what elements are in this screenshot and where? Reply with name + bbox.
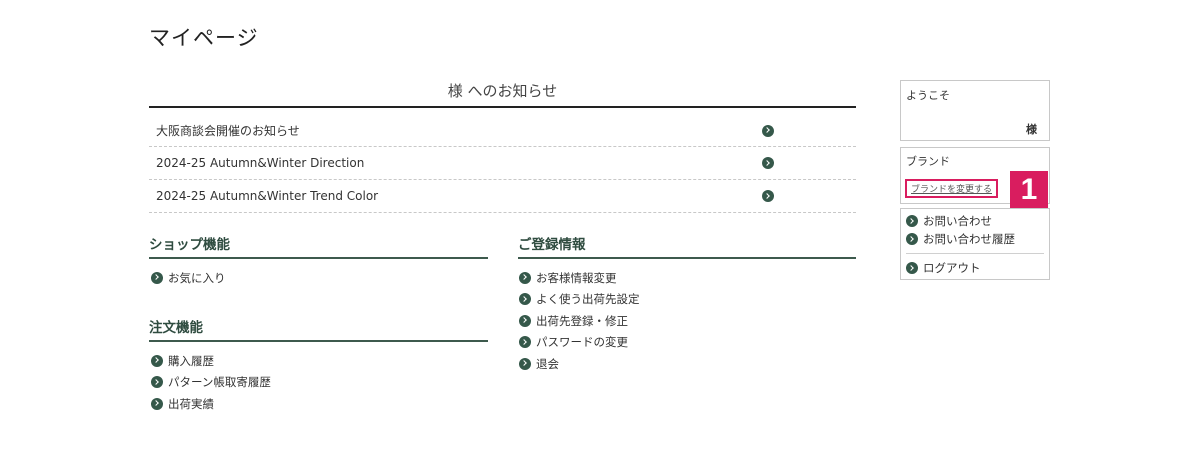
circle-chevron-right-icon	[151, 354, 163, 367]
divider	[906, 253, 1044, 254]
notice-heading: 様 へのお知らせ	[149, 80, 856, 108]
shop-section-title: ショップ機能	[149, 236, 488, 259]
circle-chevron-right-icon	[151, 397, 163, 410]
circle-chevron-right-icon	[906, 262, 918, 274]
notice-item[interactable]: 2024-25 Autumn&Winter Trend Color	[149, 180, 856, 213]
circle-chevron-right-icon	[519, 357, 531, 370]
circle-chevron-right-icon	[906, 215, 918, 227]
circle-chevron-right-icon	[762, 190, 774, 202]
circle-chevron-right-icon	[519, 271, 531, 284]
frequent-destination-link[interactable]: よく使う出荷先設定	[519, 289, 640, 311]
link-label: お問い合わせ履歴	[923, 232, 1015, 246]
circle-chevron-right-icon	[519, 293, 531, 306]
link-label: 出荷先登録・修正	[536, 313, 628, 328]
circle-chevron-right-icon	[519, 336, 531, 349]
contact-link[interactable]: お問い合わせ	[906, 212, 1044, 230]
shop-link-list: お気に入り	[151, 267, 226, 289]
order-section-title: 注文機能	[149, 319, 488, 342]
link-label: お客様情報変更	[536, 270, 617, 285]
link-label: パスワードの変更	[536, 335, 628, 350]
destination-edit-link[interactable]: 出荷先登録・修正	[519, 310, 640, 332]
notice-item[interactable]: 大阪商談会開催のお知らせ	[149, 115, 856, 147]
circle-chevron-right-icon	[151, 271, 163, 284]
notice-item-label: 大阪商談会開催のお知らせ	[156, 124, 300, 138]
customer-info-link[interactable]: お客様情報変更	[519, 267, 640, 289]
link-label: 出荷実績	[168, 396, 214, 411]
circle-chevron-right-icon	[519, 314, 531, 327]
welcome-label: ようこそ	[906, 89, 950, 102]
contact-history-link[interactable]: お問い合わせ履歴	[906, 230, 1044, 248]
link-label: 購入履歴	[168, 353, 214, 368]
pattern-book-history-link[interactable]: パターン帳取寄履歴	[151, 372, 271, 394]
circle-chevron-right-icon	[906, 233, 918, 245]
shipment-record-link[interactable]: 出荷実績	[151, 393, 271, 415]
annotation-badge: 1	[1010, 171, 1048, 209]
brand-label: ブランド	[906, 155, 950, 168]
link-label: よく使う出荷先設定	[536, 292, 640, 307]
link-label: 退会	[536, 356, 559, 371]
notice-list: 大阪商談会開催のお知らせ 2024-25 Autumn&Winter Direc…	[149, 115, 856, 213]
registration-link-list: お客様情報変更 よく使う出荷先設定 出荷先登録・修正 パスワードの変更 退会	[519, 267, 640, 375]
page-title: マイページ	[149, 26, 259, 50]
order-link-list: 購入履歴 パターン帳取寄履歴 出荷実績	[151, 350, 271, 415]
welcome-box: ようこそ 様	[900, 80, 1050, 141]
link-label: ログアウト	[923, 261, 981, 275]
change-brand-link[interactable]: ブランドを変更する	[905, 179, 998, 198]
user-name: 様	[1026, 123, 1037, 136]
notice-item-label: 2024-25 Autumn&Winter Direction	[156, 156, 365, 170]
favorites-link[interactable]: お気に入り	[151, 267, 226, 289]
withdraw-link[interactable]: 退会	[519, 353, 640, 375]
notice-item-label: 2024-25 Autumn&Winter Trend Color	[156, 189, 379, 203]
link-label: お問い合わせ	[923, 214, 992, 228]
circle-chevron-right-icon	[762, 124, 774, 137]
link-label: お気に入り	[168, 270, 226, 285]
circle-chevron-right-icon	[151, 376, 163, 389]
link-label: パターン帳取寄履歴	[168, 375, 271, 390]
logout-link[interactable]: ログアウト	[906, 259, 1044, 277]
notice-item[interactable]: 2024-25 Autumn&Winter Direction	[149, 147, 856, 180]
registration-section-title: ご登録情報	[518, 236, 856, 259]
purchase-history-link[interactable]: 購入履歴	[151, 350, 271, 372]
account-menu: お問い合わせ お問い合わせ履歴 ログアウト	[900, 208, 1050, 280]
password-change-link[interactable]: パスワードの変更	[519, 332, 640, 354]
circle-chevron-right-icon	[762, 157, 774, 169]
